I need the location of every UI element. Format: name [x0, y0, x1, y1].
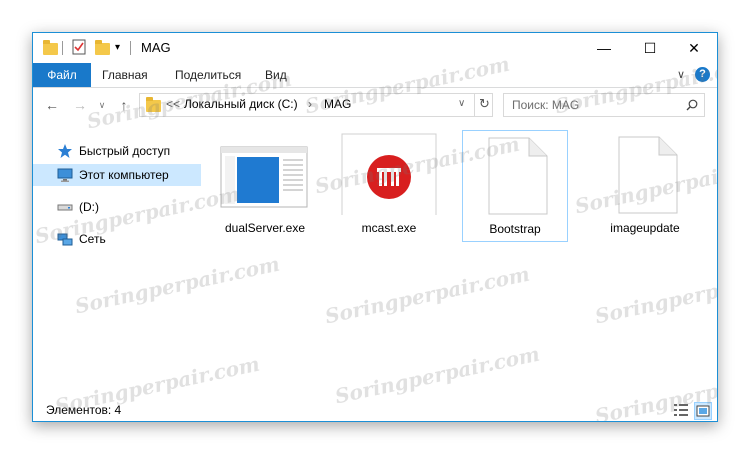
breadcrumb-mag[interactable]: MAG: [324, 97, 351, 111]
window-title: MAG: [141, 40, 171, 55]
tab-view[interactable]: Вид: [265, 63, 287, 87]
drive-icon: [57, 204, 73, 211]
details-view-icon[interactable]: [673, 402, 689, 418]
minimize-button[interactable]: —: [581, 33, 627, 63]
maximize-button[interactable]: ☐: [627, 33, 673, 63]
folder-icon: [41, 39, 61, 57]
separator: [62, 41, 63, 55]
file-item-bootstrap[interactable]: Bootstrap: [462, 130, 568, 242]
expand-ribbon-icon[interactable]: ∨: [673, 67, 689, 83]
file-item-imageupdate[interactable]: imageupdate: [593, 130, 697, 240]
search-icon[interactable]: [686, 99, 698, 111]
file-list: dualServer.exe mcast.exe Bootstrap image…: [209, 122, 717, 398]
network-icon: [57, 233, 73, 246]
back-button[interactable]: ←: [43, 96, 61, 114]
explorer-window: ▾ MAG — ☐ ✕ Файл Главная Поделиться Вид …: [32, 32, 718, 422]
star-icon: [58, 144, 72, 158]
nav-item-network[interactable]: Сеть: [33, 228, 201, 250]
blank-document-icon: [467, 134, 563, 216]
new-folder-icon[interactable]: [93, 39, 113, 57]
address-dropdown-icon[interactable]: ∨: [458, 98, 465, 109]
tab-home[interactable]: Главная: [102, 63, 148, 87]
help-icon[interactable]: ?: [695, 67, 710, 82]
overflow-chevron[interactable]: <<: [166, 97, 180, 111]
title-bar: ▾ MAG — ☐ ✕: [33, 33, 717, 63]
customize-toolbar-icon[interactable]: ▾: [115, 39, 127, 57]
file-name: dualServer.exe: [224, 221, 306, 235]
nav-label: Сеть: [79, 232, 106, 246]
nav-label: Этот компьютер: [79, 168, 169, 182]
nav-item-quick-access[interactable]: Быстрый доступ: [33, 140, 201, 162]
app-window-icon: [217, 133, 313, 215]
nav-label: Быстрый доступ: [79, 144, 171, 158]
nav-item-drive-d[interactable]: (D:): [33, 196, 201, 218]
forward-button[interactable]: →: [71, 96, 89, 114]
separator: [130, 41, 131, 55]
computer-icon: [57, 168, 73, 182]
divider: [474, 94, 475, 116]
nav-label: (D:): [79, 200, 99, 214]
large-icons-view-icon[interactable]: [694, 402, 712, 420]
address-bar[interactable]: << Локальный диск (C:) › MAG ∨ ↻: [139, 93, 493, 117]
recent-locations-button[interactable]: ∨: [93, 96, 111, 114]
blank-document-icon: [597, 133, 693, 215]
navigation-pane: Быстрый доступ Этот компьютер (D:) Сеть: [33, 122, 207, 392]
ribbon: Файл Главная Поделиться Вид ∨ ?: [33, 63, 717, 88]
item-count: Элементов: 4: [46, 403, 122, 417]
search-placeholder[interactable]: Поиск: MAG: [512, 98, 579, 112]
up-button[interactable]: ↑: [115, 96, 133, 114]
file-name: mcast.exe: [361, 221, 417, 235]
nav-item-this-pc[interactable]: Этот компьютер: [33, 164, 201, 186]
breadcrumb-local-disk[interactable]: Локальный диск (C:): [184, 97, 298, 111]
file-name: imageupdate: [610, 221, 680, 235]
breadcrumb-separator-icon: ›: [308, 97, 312, 111]
status-bar: Элементов: 4: [33, 399, 717, 421]
red-logo-icon: [341, 133, 437, 229]
file-name: Bootstrap: [489, 222, 541, 236]
search-box[interactable]: Поиск: MAG: [503, 93, 705, 117]
navigation-bar: ← → ∨ ↑ << Локальный диск (C:) › MAG ∨ ↻…: [33, 88, 717, 122]
properties-icon[interactable]: [72, 39, 88, 57]
close-button[interactable]: ✕: [671, 33, 717, 63]
refresh-icon[interactable]: ↻: [479, 96, 490, 112]
folder-icon: [146, 97, 161, 112]
file-item-dualserver[interactable]: dualServer.exe: [213, 130, 317, 240]
file-item-mcast[interactable]: mcast.exe: [337, 130, 441, 240]
tab-file[interactable]: Файл: [33, 63, 91, 87]
tab-share[interactable]: Поделиться: [175, 63, 241, 87]
